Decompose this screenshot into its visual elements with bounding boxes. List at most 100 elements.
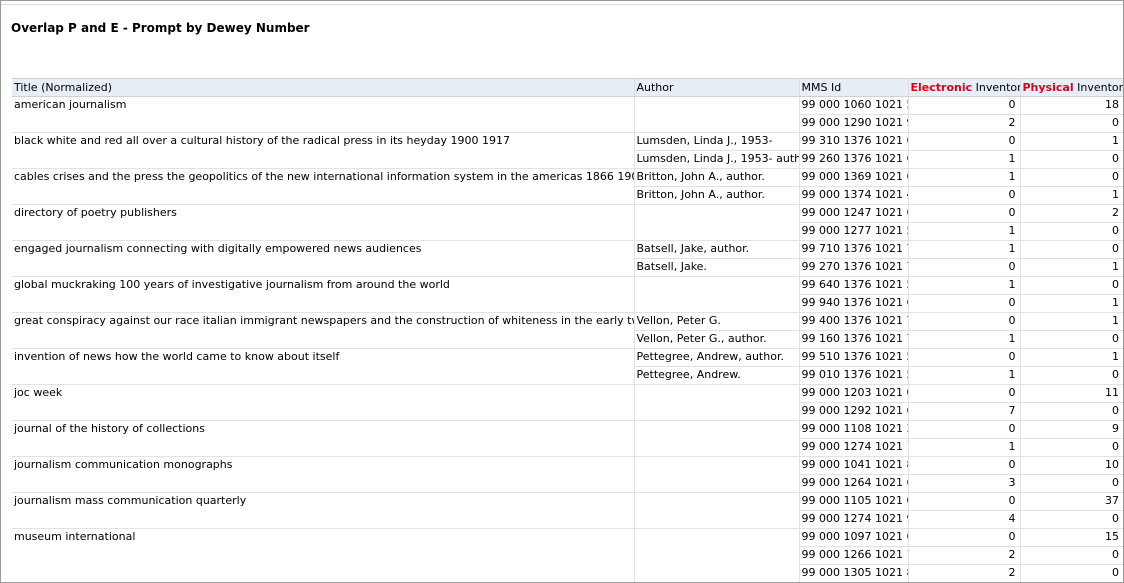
cell-physical-inventory: 1 — [1019, 186, 1123, 205]
table-row: journalism mass communication quarterly 9… — [12, 492, 1123, 511]
table-row: 99 000 1274 1021 118810 — [12, 438, 1123, 457]
cell-title: black white and red all over a cultural … — [12, 132, 634, 151]
table-row: journalism communication monographs 99 00… — [12, 456, 1123, 475]
cell-electronic-inventory: 3 — [907, 474, 1020, 493]
cell-author: Batsell, Jake. — [633, 258, 799, 277]
cell-mms-id: 99 000 1277 1021 5487 — [798, 222, 908, 241]
column-header-title[interactable]: Title (Normalized) — [12, 78, 634, 97]
cell-physical-inventory: 0 — [1019, 222, 1123, 241]
cell-author: Pettegree, Andrew. — [633, 366, 799, 385]
cell-author: Britton, John A., author. — [633, 186, 799, 205]
cell-author: Pettegree, Andrew, author. — [633, 348, 799, 367]
cell-mms-id: 99 160 1376 1021 7264 — [798, 330, 908, 349]
cell-electronic-inventory: 1 — [907, 276, 1020, 295]
cell-author — [633, 474, 799, 493]
cell-mms-id: 99 000 1292 1021 6452 — [798, 402, 908, 421]
table-row: cables crises and the press the geopolit… — [12, 168, 1123, 187]
cell-electronic-inventory: 2 — [907, 564, 1020, 582]
cell-electronic-inventory: 0 — [907, 258, 1020, 277]
column-header-physical-inventory[interactable]: Physical Inventory — [1019, 78, 1123, 97]
cell-mms-id: 99 000 1266 1021 1846 — [798, 546, 908, 565]
electronic-label: Electronic — [910, 81, 973, 94]
column-header-mms-id[interactable]: MMS Id — [798, 78, 908, 97]
cell-author — [633, 492, 799, 511]
cell-electronic-inventory: 4 — [907, 510, 1020, 529]
cell-title: global muckraking 100 years of investiga… — [12, 276, 634, 295]
table-body: american journalism 99 000 1060 1021 5407… — [12, 96, 1123, 582]
column-header-author[interactable]: Author — [633, 78, 799, 97]
table-row: directory of poetry publishers 99 000 124… — [12, 204, 1123, 223]
cell-mms-id: 99 000 1369 1021 6176 — [798, 168, 908, 187]
cell-author — [633, 96, 799, 115]
cell-mms-id: 99 260 1376 1021 6138 — [798, 150, 908, 169]
cell-title: american journalism — [12, 96, 634, 115]
cell-mms-id: 99 000 1105 1021 0615 — [798, 492, 908, 511]
cell-mms-id: 99 000 1290 1021 9057 — [798, 114, 908, 133]
cell-electronic-inventory: 1 — [907, 330, 1020, 349]
table-row: journal of the history of collections 99 … — [12, 420, 1123, 439]
cell-title: great conspiracy against our race italia… — [12, 312, 634, 331]
cell-author — [633, 510, 799, 529]
cell-physical-inventory: 15 — [1019, 528, 1123, 547]
cell-physical-inventory: 2 — [1019, 204, 1123, 223]
cell-title — [12, 223, 634, 241]
cell-physical-inventory: 0 — [1019, 114, 1123, 133]
cell-physical-inventory: 0 — [1019, 240, 1123, 259]
cell-physical-inventory: 0 — [1019, 474, 1123, 493]
cell-author — [633, 546, 799, 565]
cell-electronic-inventory: 1 — [907, 366, 1020, 385]
cell-electronic-inventory: 7 — [907, 402, 1020, 421]
cell-physical-inventory: 0 — [1019, 366, 1123, 385]
table-row: 99 000 1274 1021 908440 — [12, 510, 1123, 529]
cell-author — [633, 402, 799, 421]
table-row: invention of news how the world came to … — [12, 348, 1123, 367]
cell-title: cables crises and the press the geopolit… — [12, 168, 634, 187]
cell-author — [633, 420, 799, 439]
cell-electronic-inventory: 2 — [907, 546, 1020, 565]
cell-physical-inventory: 10 — [1019, 456, 1123, 475]
cell-mms-id: 99 640 1376 1021 5817 — [798, 276, 908, 295]
cell-title: directory of poetry publishers — [12, 204, 634, 223]
cell-mms-id: 99 000 1247 1021 6059 — [798, 204, 908, 223]
cell-physical-inventory: 0 — [1019, 402, 1123, 421]
cell-electronic-inventory: 0 — [907, 420, 1020, 439]
cell-electronic-inventory: 0 — [907, 204, 1020, 223]
cell-author: Lumsden, Linda J., 1953- — [633, 132, 799, 151]
cell-physical-inventory: 11 — [1019, 384, 1123, 403]
cell-physical-inventory: 0 — [1019, 510, 1123, 529]
cell-author — [633, 276, 799, 295]
cell-electronic-inventory: 1 — [907, 438, 1020, 457]
cell-physical-inventory: 9 — [1019, 420, 1123, 439]
column-header-electronic-inventory[interactable]: Electronic Inventory — [907, 78, 1020, 97]
table-row: 99 000 1290 1021 905720 — [12, 114, 1123, 133]
cell-physical-inventory: 37 — [1019, 492, 1123, 511]
report-frame: Overlap P and E - Prompt by Dewey Number… — [0, 0, 1124, 583]
table-row: great conspiracy against our race italia… — [12, 312, 1123, 331]
cell-electronic-inventory: 0 — [907, 312, 1020, 331]
cell-mms-id: 99 000 1274 1021 9084 — [798, 510, 908, 529]
cell-electronic-inventory: 0 — [907, 132, 1020, 151]
cell-title: engaged journalism connecting with digit… — [12, 240, 634, 259]
table-row: Batsell, Jake.99 270 1376 1021 765901 — [12, 258, 1123, 277]
cell-title — [12, 511, 634, 529]
table-row: museum international 99 000 1097 1021 664… — [12, 528, 1123, 547]
table-row: 99 000 1266 1021 184620 — [12, 546, 1123, 565]
cell-title — [12, 475, 634, 493]
cell-title: museum international — [12, 528, 634, 547]
cell-mms-id: 99 000 1274 1021 1188 — [798, 438, 908, 457]
cell-physical-inventory: 1 — [1019, 312, 1123, 331]
cell-electronic-inventory: 2 — [907, 114, 1020, 133]
table-row: 99 940 1376 1021 631201 — [12, 294, 1123, 313]
cell-electronic-inventory: 0 — [907, 528, 1020, 547]
cell-mms-id: 99 000 1041 1021 8927 — [798, 456, 908, 475]
cell-mms-id: 99 000 1264 1021 6768 — [798, 474, 908, 493]
results-table: Title (Normalized) Author MMS Id Electro… — [12, 78, 1123, 582]
cell-physical-inventory: 0 — [1019, 168, 1123, 187]
cell-title: invention of news how the world came to … — [12, 348, 634, 367]
cell-physical-inventory: 0 — [1019, 546, 1123, 565]
cell-physical-inventory: 0 — [1019, 438, 1123, 457]
cell-electronic-inventory: 0 — [907, 294, 1020, 313]
cell-author — [633, 384, 799, 403]
cell-author — [633, 564, 799, 582]
cell-author: Batsell, Jake, author. — [633, 240, 799, 259]
